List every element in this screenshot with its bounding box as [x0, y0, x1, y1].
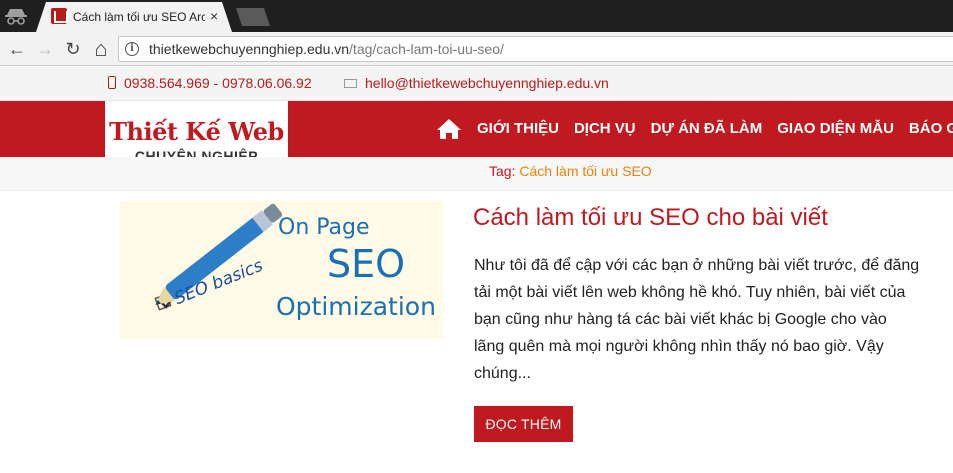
- url-path: /tag/cach-lam-toi-uu-seo/: [349, 41, 504, 57]
- menu-item-gioi-thieu[interactable]: GIỚI THIỆU: [477, 120, 559, 137]
- browser-toolbar: ← → ↻ ⌂ i thietkewebchuyennghiep.edu.vn/…: [0, 32, 953, 66]
- back-button[interactable]: ←: [6, 38, 28, 60]
- thumb-line-3: Optimization: [276, 292, 436, 321]
- article-title[interactable]: Cách làm tối ưu SEO cho bài viết: [473, 204, 828, 232]
- forward-button[interactable]: →: [34, 38, 56, 60]
- logo-main-text: Thiết Kế Web: [109, 117, 284, 146]
- phone-number: 0938.564.969 - 0978.06.06.92: [124, 75, 312, 91]
- thumb-line-2: SEO: [327, 242, 405, 286]
- tab-title: Cách làm tối ưu SEO Archives: [73, 10, 205, 24]
- menu-item-giao-dien-mau[interactable]: GIAO DIỆN MẪU: [777, 120, 894, 137]
- reload-button[interactable]: ↻: [62, 38, 84, 60]
- home-icon[interactable]: [436, 118, 462, 140]
- mail-icon: [344, 79, 357, 88]
- tab-close-icon[interactable]: ×: [210, 8, 218, 24]
- main-menu: GIỚI THIỆU DỊCH VỤ DỰ ÁN ĐÃ LÀM GIAO DIỆN M…: [477, 120, 953, 138]
- url-domain: thietkewebchuyennghiep.edu.vn: [149, 41, 350, 57]
- read-more-button[interactable]: ĐỌC THÊM: [474, 406, 573, 442]
- contact-bar: 0938.564.969 - 0978.06.06.92 hello@thiet…: [0, 67, 953, 101]
- address-bar[interactable]: i thietkewebchuyennghiep.edu.vn/tag/cach…: [118, 36, 953, 62]
- incognito-icon: [5, 9, 27, 25]
- new-tab-button[interactable]: [236, 8, 270, 26]
- menu-item-du-an[interactable]: DỰ ÁN ĐÃ LÀM: [651, 120, 763, 137]
- tag-bar: Tag: Cách làm tối ưu SEO: [0, 157, 953, 191]
- tag-name: Cách làm tối ưu SEO: [519, 163, 652, 179]
- email-address: hello@thietkewebchuyennghiep.edu.vn: [365, 75, 609, 91]
- browser-tab-bar: Cách làm tối ưu SEO Archives ×: [0, 0, 953, 32]
- home-button[interactable]: ⌂: [90, 38, 112, 60]
- site-favicon-icon: [51, 8, 68, 24]
- url-text[interactable]: thietkewebchuyennghiep.edu.vn/tag/cach-l…: [149, 41, 504, 57]
- thumb-line-1: On Page: [278, 215, 370, 240]
- article-thumbnail[interactable]: SEO basics On Page SEO Optimization: [120, 201, 443, 339]
- menu-item-bao-gia[interactable]: BÁO GIÁ: [909, 120, 953, 137]
- phone-contact[interactable]: 0938.564.969 - 0978.06.06.92: [108, 75, 312, 91]
- tag-heading: Tag: Cách làm tối ưu SEO: [489, 163, 652, 179]
- site-info-icon[interactable]: i: [125, 42, 139, 56]
- article-excerpt: Như tôi đã để cập với các bạn ở những bà…: [474, 257, 920, 382]
- menu-item-dich-vu[interactable]: DỊCH VỤ: [574, 120, 636, 137]
- email-contact[interactable]: hello@thietkewebchuyennghiep.edu.vn: [344, 75, 609, 91]
- active-tab[interactable]: Cách làm tối ưu SEO Archives ×: [36, 2, 232, 32]
- tag-prefix: Tag:: [489, 163, 520, 179]
- phone-icon: [108, 76, 116, 89]
